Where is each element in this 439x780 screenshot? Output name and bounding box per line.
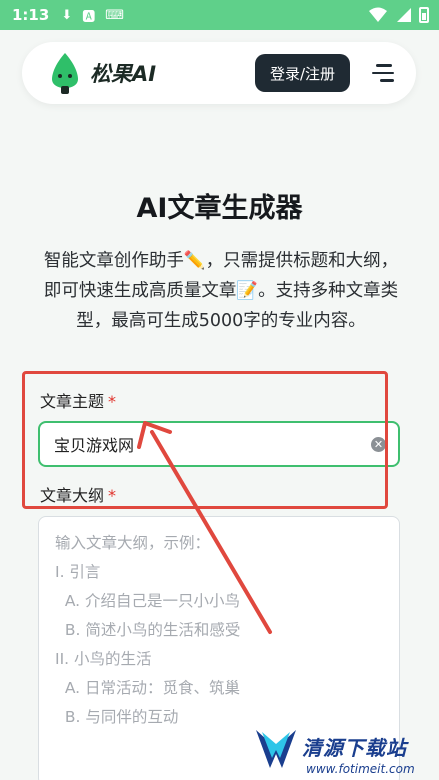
- menu-icon[interactable]: [372, 64, 398, 82]
- watermark-title: 清源下载站: [302, 736, 407, 760]
- keyboard-icon: ⌨: [105, 7, 124, 23]
- outline-label-text: 文章大纲: [40, 486, 105, 505]
- intro-text: 智能文章创作助手✏️，只需提供标题和大纲，即可快速生成高质量文章📝。支持多种文章…: [43, 251, 399, 331]
- topic-input-value: 宝贝游戏网: [54, 436, 135, 455]
- outline-placeholder-line: A. 日常活动：觅食、筑巢: [55, 679, 241, 697]
- outline-placeholder-line: I. 引言: [55, 563, 101, 581]
- login-register-button[interactable]: 登录/注册: [254, 54, 350, 92]
- outline-placeholder-line: II. 小鸟的生活: [55, 650, 152, 668]
- topic-input[interactable]: 宝贝游戏网 ✕: [38, 421, 400, 467]
- status-time: 1:13: [12, 6, 50, 24]
- outline-label: 文章大纲 *: [40, 482, 116, 506]
- required-mark: *: [108, 486, 117, 505]
- status-bar: 1:13 ⬇ 🅰 ⌨: [0, 0, 439, 30]
- app-header: 松果AI 登录/注册: [22, 42, 416, 104]
- download-icon: ⬇: [61, 7, 73, 23]
- outline-placeholder-line: 输入文章大纲，示例：: [55, 534, 211, 552]
- watermark: 清源下载站 www.fotimeit.com: [252, 720, 439, 780]
- brand-name[interactable]: 松果AI: [90, 58, 156, 88]
- topic-label: 文章主题 *: [40, 388, 116, 412]
- topic-label-text: 文章主题: [40, 392, 105, 411]
- watermark-logo-icon: [256, 730, 296, 768]
- signal-icon: [397, 8, 411, 22]
- required-mark: *: [108, 392, 117, 411]
- a-badge-icon: 🅰: [82, 9, 96, 25]
- pinecone-logo-icon[interactable]: [48, 51, 82, 95]
- clear-icon[interactable]: ✕: [371, 437, 386, 452]
- battery-icon: [419, 7, 429, 23]
- page-title: AI文章生成器: [136, 193, 303, 224]
- outline-placeholder-line: A. 介绍自己是一只小小鸟: [55, 592, 241, 610]
- wifi-icon: [369, 7, 387, 22]
- watermark-url: www.fotimeit.com: [306, 762, 415, 776]
- outline-placeholder-line: B. 简述小鸟的生活和感受: [55, 621, 241, 639]
